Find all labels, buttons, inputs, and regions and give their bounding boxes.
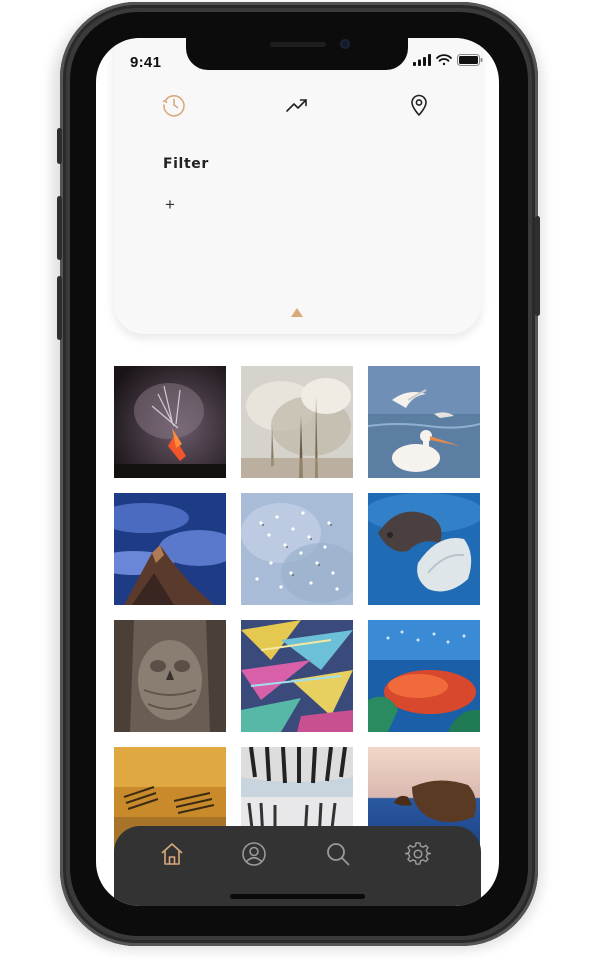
- home-indicator: [230, 894, 365, 899]
- gear-icon[interactable]: [404, 840, 432, 868]
- signal-icon: [413, 54, 431, 66]
- photo-birds-ice[interactable]: [241, 493, 353, 605]
- home-icon[interactable]: [158, 840, 186, 868]
- photo-volcano[interactable]: [114, 366, 226, 478]
- photo-misty-trees[interactable]: [241, 366, 353, 478]
- add-filter-button[interactable]: +: [163, 196, 177, 213]
- silent-switch: [57, 128, 62, 164]
- trending-icon[interactable]: [284, 92, 310, 118]
- clock-icon[interactable]: [161, 92, 187, 118]
- photo-coral-reef[interactable]: [368, 620, 480, 732]
- volume-down-button: [57, 276, 62, 340]
- volume-up-button: [57, 196, 62, 260]
- photo-crystal[interactable]: [241, 620, 353, 732]
- photo-mountain[interactable]: [114, 493, 226, 605]
- front-camera: [340, 39, 350, 49]
- filter-title: Filter: [163, 156, 209, 172]
- status-time: 9:41: [130, 54, 162, 71]
- location-pin-icon[interactable]: [406, 92, 432, 118]
- photo-pelicans[interactable]: [368, 366, 480, 478]
- notch: [186, 36, 408, 70]
- photo-sea-lion[interactable]: [368, 493, 480, 605]
- profile-icon[interactable]: [240, 840, 268, 868]
- wifi-icon: [436, 54, 452, 66]
- screen: Filter + 9:41: [96, 38, 499, 906]
- search-icon[interactable]: [324, 840, 352, 868]
- status-icons: [413, 54, 483, 66]
- battery-icon: [457, 54, 483, 66]
- photo-owl[interactable]: [114, 620, 226, 732]
- power-button: [535, 216, 540, 316]
- collapse-arrow-icon[interactable]: [291, 308, 303, 317]
- speaker: [270, 42, 326, 47]
- bottom-nav: [114, 826, 481, 906]
- filter-panel: Filter +: [114, 38, 481, 334]
